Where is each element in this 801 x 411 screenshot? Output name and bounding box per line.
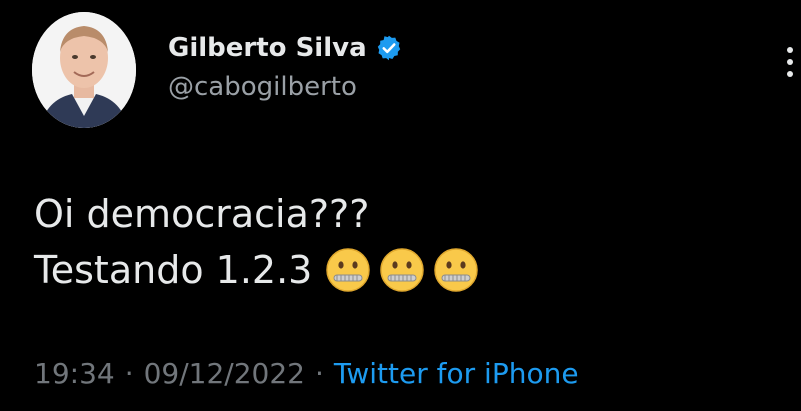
tweet-line-1: Oi democracia??? [34,192,370,236]
tweet-source-link[interactable]: Twitter for iPhone [334,357,579,390]
avatar[interactable] [32,12,136,128]
tweet-text: Oi democracia??? Testando 1.2.3 [34,186,480,298]
tweet-meta: 19:34 · 09/12/2022 · Twitter for iPhone [34,357,579,390]
meta-separator: · [124,357,134,390]
zipper-mouth-face-icon [432,246,480,294]
tweet-card: Gilberto Silva @cabogilberto Oi democrac… [0,0,801,411]
tweet-line-2: Testando 1.2.3 [34,248,313,292]
author-info: Gilberto Silva @cabogilberto [168,30,403,106]
meta-separator: · [315,357,324,390]
tweet-date[interactable]: 09/12/2022 [144,357,305,390]
author-handle[interactable]: @cabogilberto [168,72,403,106]
emoji-group [324,246,480,294]
avatar-photo [32,12,136,128]
more-options-icon[interactable] [785,44,795,80]
tweet-line: Testando 1.2.3 [34,242,480,298]
tweet-line: Oi democracia??? [34,186,480,242]
name-row: Gilberto Silva [168,30,403,66]
zipper-mouth-face-icon [378,246,426,294]
verified-badge-icon [375,34,403,62]
display-name[interactable]: Gilberto Silva [168,33,367,63]
zipper-mouth-face-icon [324,246,372,294]
tweet-time[interactable]: 19:34 [34,357,115,390]
